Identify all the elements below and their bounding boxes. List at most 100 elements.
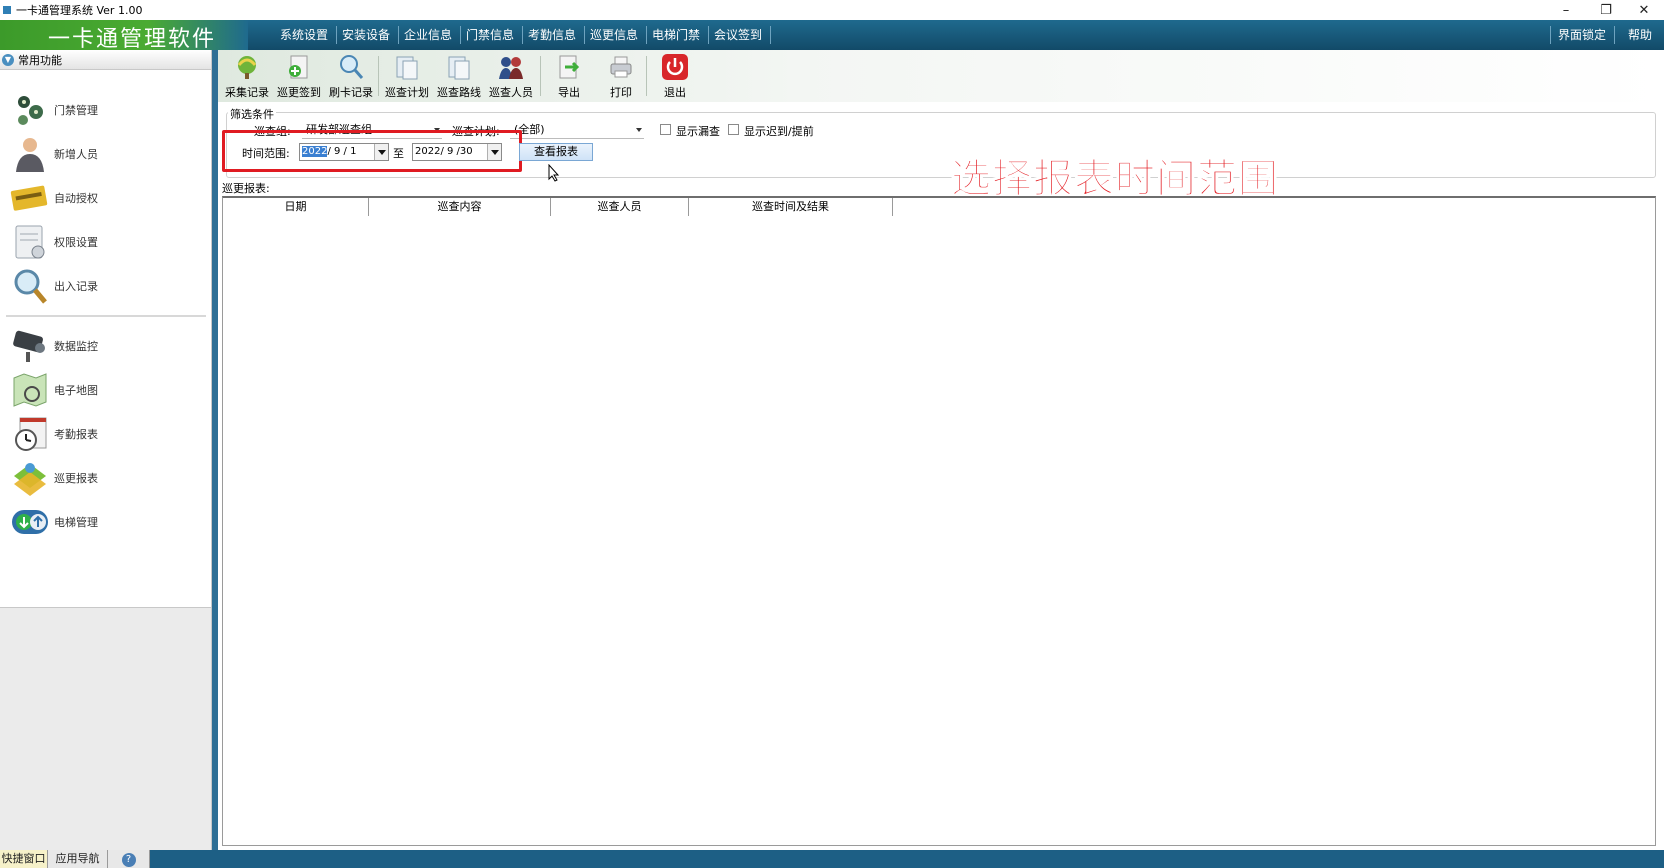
tab-help[interactable]: ? — [108, 850, 150, 868]
menu-attendance-info[interactable]: 考勤信息 — [526, 20, 578, 50]
date-from-rest: / 9 / 1 — [327, 146, 357, 157]
people-icon — [499, 57, 523, 79]
column-header-date[interactable]: 日期 — [223, 198, 369, 216]
chevron-down-icon — [636, 128, 642, 132]
plan-icon — [396, 56, 418, 80]
show-late-label: 显示迟到/提前 — [744, 125, 814, 138]
patrol-icon — [14, 463, 46, 496]
date-from-picker[interactable]: 2022/ 9 / 1 — [299, 143, 389, 161]
panel-header[interactable]: ▼ 常用功能 — [0, 50, 211, 70]
clock-icon — [15, 417, 47, 451]
mouse-cursor-icon — [548, 164, 560, 182]
toolbar-patrol-signin-button[interactable]: 巡更签到 — [274, 50, 324, 102]
toolbar-patrol-plan-button[interactable]: 巡查计划 — [382, 50, 432, 102]
search-record-icon — [14, 269, 47, 304]
date-from-year: 2022 — [302, 146, 328, 157]
chevron-down-icon[interactable]: ▼ — [2, 53, 14, 66]
close-button[interactable]: ✕ — [1624, 0, 1664, 20]
sidebar-item-label: 权限设置 — [54, 236, 98, 249]
sidebar-item-label: 电子地图 — [54, 384, 98, 397]
sidebar-item-access-records[interactable]: 出入记录 — [0, 264, 211, 308]
menu-elevator-access[interactable]: 电梯门禁 — [650, 20, 702, 50]
menu-lock-interface[interactable]: 界面锁定 — [1556, 20, 1608, 50]
date-to-picker[interactable]: 2022/ 9 /30 — [412, 143, 502, 161]
menu-company-info[interactable]: 企业信息 — [402, 20, 454, 50]
sidebar-item-label: 出入记录 — [54, 280, 98, 293]
menu-patrol-info[interactable]: 巡更信息 — [588, 20, 640, 50]
report-label: 巡更报表: — [222, 182, 270, 195]
time-range-label: 时间范围: — [242, 147, 290, 160]
brand-banner: 一卡通管理软件 — [0, 20, 248, 52]
table-header: 日期 巡查内容 巡查人员 巡查时间及结果 — [223, 198, 893, 216]
sidebar-item-label: 门禁管理 — [54, 104, 98, 117]
menu-meeting-signin[interactable]: 会议签到 — [712, 20, 764, 50]
quick-function-panel: ▼ 常用功能 门禁管理 新增人员 自动授权 权限设置 出入记录 数据监控 电子地… — [0, 50, 212, 850]
menu-install-devices[interactable]: 安装设备 — [340, 20, 392, 50]
sidebar-item-label: 数据监控 — [54, 340, 98, 353]
elevator-icon — [12, 510, 48, 534]
chevron-down-icon[interactable] — [374, 144, 388, 160]
show-missed-checkbox[interactable] — [660, 124, 671, 135]
status-bar — [218, 850, 1664, 868]
panel-header-label: 常用功能 — [18, 53, 62, 67]
restore-button[interactable]: ❐ — [1586, 0, 1626, 20]
to-label: 至 — [393, 147, 404, 160]
column-header-content[interactable]: 巡查内容 — [369, 198, 551, 216]
menu-help[interactable]: 帮助 — [1620, 20, 1660, 50]
date-to-value: 2022/ 9 /30 — [415, 146, 473, 157]
report-table[interactable]: 日期 巡查内容 巡查人员 巡查时间及结果 — [222, 196, 1656, 846]
window-title: 一卡通管理系统 Ver 1.00 — [16, 4, 143, 17]
map-icon — [13, 373, 47, 407]
minimize-button[interactable]: – — [1546, 0, 1586, 20]
toolbar: 采集记录 巡更签到 刷卡记录 巡查计划 巡查路线 巡查人员 导出 打印 退出 — [218, 50, 1664, 102]
signin-icon — [289, 55, 308, 79]
sidebar-item-electronic-map[interactable]: 电子地图 — [0, 368, 211, 412]
help-icon: ? — [121, 853, 136, 867]
sidebar-item-door-management[interactable]: 门禁管理 — [0, 88, 211, 132]
sidebar-divider — [6, 315, 206, 317]
view-report-button[interactable]: 查看报表 — [519, 143, 593, 161]
toolbar-print-button[interactable]: 打印 — [596, 50, 646, 102]
column-header-person[interactable]: 巡查人员 — [551, 198, 689, 216]
card-record-icon — [340, 55, 364, 79]
toolbar-collect-records-button[interactable]: 采集记录 — [222, 50, 272, 102]
sidebar-item-auto-authorize[interactable]: 自动授权 — [0, 176, 211, 220]
power-icon — [662, 54, 688, 80]
toolbar-export-button[interactable]: 导出 — [544, 50, 594, 102]
toolbar-patrol-route-button[interactable]: 巡查路线 — [434, 50, 484, 102]
show-late-checkbox[interactable] — [728, 124, 739, 135]
function-list: 门禁管理 新增人员 自动授权 权限设置 出入记录 数据监控 电子地图 考勤报表 … — [0, 70, 211, 607]
menu-system-settings[interactable]: 系统设置 — [278, 20, 330, 50]
sidebar-item-attendance-report[interactable]: 考勤报表 — [0, 412, 211, 456]
route-icon — [448, 56, 470, 80]
card-icon — [10, 185, 48, 211]
sidebar-item-add-person[interactable]: 新增人员 — [0, 132, 211, 176]
permission-icon — [15, 225, 45, 259]
tab-app-navigation[interactable]: 应用导航 — [48, 850, 108, 868]
main-content: 筛选条件 巡查组: 研发部巡查组 巡查计划: (全部) 显示漏查 显示迟到/提前… — [218, 102, 1664, 850]
sidebar-item-permission-settings[interactable]: 权限设置 — [0, 220, 211, 264]
column-header-time-result[interactable]: 巡查时间及结果 — [689, 198, 893, 216]
sidebar-item-label: 考勤报表 — [54, 428, 98, 441]
sidebar-item-data-monitor[interactable]: 数据监控 — [0, 324, 211, 368]
sidebar-item-patrol-report[interactable]: 巡更报表 — [0, 456, 211, 500]
toolbar-exit-button[interactable]: 退出 — [650, 50, 700, 102]
sidebar-item-label: 电梯管理 — [54, 516, 98, 529]
patrol-plan-select[interactable]: (全部) — [510, 121, 644, 139]
sidebar-item-label: 自动授权 — [54, 192, 98, 205]
brand-title: 一卡通管理软件 — [48, 27, 217, 52]
sidebar-item-elevator-management[interactable]: 电梯管理 — [0, 500, 211, 544]
export-icon — [559, 55, 580, 79]
tab-quick-window[interactable]: 快捷窗口 — [0, 850, 48, 868]
menu-bar: 一卡通管理软件 系统设置 安装设备 企业信息 门禁信息 考勤信息 巡更信息 电梯… — [0, 20, 1664, 52]
print-icon — [610, 56, 632, 78]
sidebar-item-label: 新增人员 — [54, 148, 98, 161]
toolbar-card-records-button[interactable]: 刷卡记录 — [326, 50, 376, 102]
title-bar: 一卡通管理系统 Ver 1.00 – ❐ ✕ — [0, 0, 1664, 20]
chevron-down-icon[interactable] — [487, 144, 501, 160]
toolbar-patrol-people-button[interactable]: 巡查人员 — [486, 50, 536, 102]
door-access-icon — [18, 96, 43, 125]
menu-door-info[interactable]: 门禁信息 — [464, 20, 516, 50]
person-icon — [16, 138, 44, 172]
collect-icon — [237, 56, 257, 79]
